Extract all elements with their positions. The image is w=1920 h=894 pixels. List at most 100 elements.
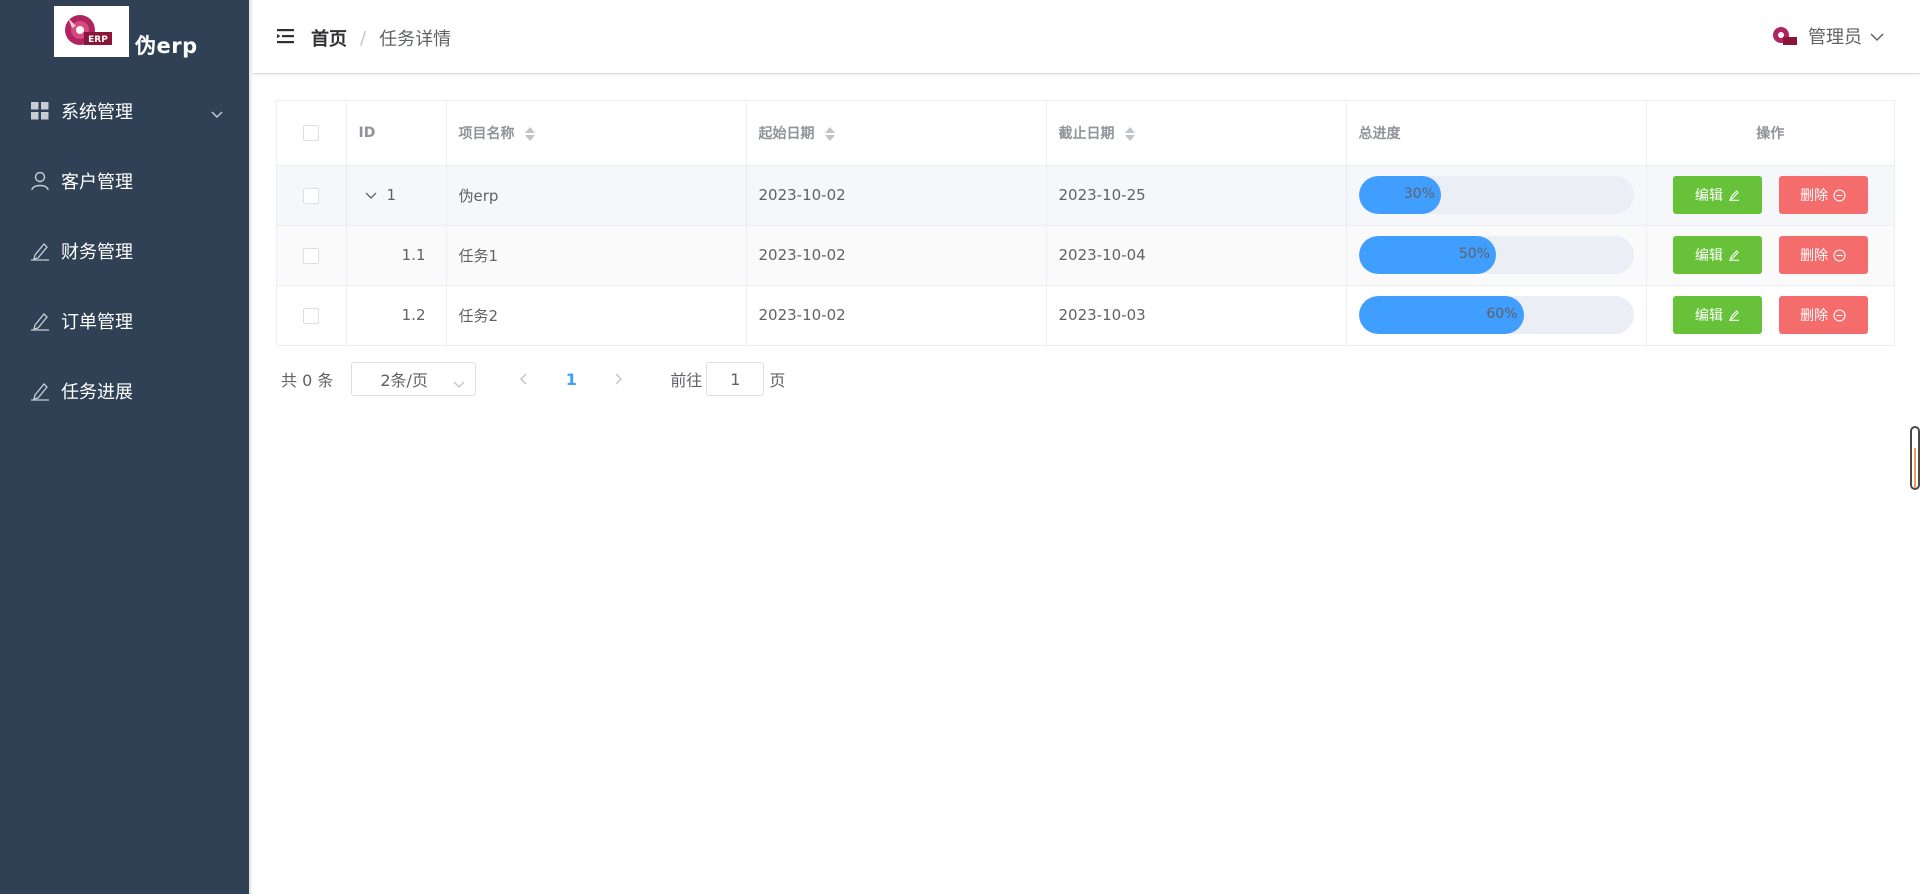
row-select-cell [277, 285, 347, 345]
table-row: 1.2 任务2 2023-10-02 2023-10-03 60% 编辑 删除 [277, 285, 1894, 345]
delete-button[interactable]: 删除 [1778, 296, 1868, 335]
user-dropdown[interactable]: 管理员 [1770, 22, 1884, 50]
next-page-button[interactable] [604, 370, 634, 389]
header-name-label: 项目名称 [458, 125, 515, 142]
chevron-right-icon [615, 373, 623, 384]
logo-image: ERP [54, 6, 129, 57]
edit-button-label: 编辑 [1694, 187, 1723, 203]
edit-button[interactable]: 编辑 [1672, 236, 1762, 274]
menu-fold-icon[interactable] [277, 27, 295, 45]
breadcrumb-home[interactable]: 首页 [311, 25, 347, 51]
delete-button-label: 删除 [1800, 307, 1829, 324]
edit-icon [30, 381, 50, 401]
row-checkbox[interactable] [303, 247, 320, 264]
delete-button[interactable]: 删除 [1778, 236, 1868, 274]
sidebar-menu: 系统管理 客户管理 财务管理 订单管理 任务进展 [0, 76, 249, 426]
remove-circle-icon [1833, 188, 1846, 202]
actions-cell: 编辑 删除 [1646, 165, 1894, 226]
progress-text: 60% [1486, 306, 1518, 323]
edit-icon [1728, 190, 1739, 201]
table-row: 1 伪erp 2023-10-02 2023-10-25 30% 编辑 删除 [277, 165, 1894, 226]
sidebar-shadow [249, 0, 253, 894]
row-select-cell [277, 165, 347, 226]
page-size-select[interactable]: 2条/页 [351, 362, 477, 396]
header-start-label: 起始日期 [758, 125, 815, 142]
progress-bar: 60% [1358, 296, 1634, 335]
edit-icon [1728, 250, 1739, 261]
progress-text: 50% [1458, 246, 1490, 262]
id-text: 1 [386, 185, 397, 204]
header-id: ID [346, 101, 447, 166]
end-date-cell: 2023-10-03 [1046, 285, 1347, 345]
header-end-label: 截止日期 [1058, 125, 1115, 142]
table-row: 1.1 任务1 2023-10-02 2023-10-04 50% 编辑 删除 [277, 225, 1894, 286]
end-date-cell: 2023-10-04 [1046, 225, 1347, 286]
remove-circle-icon [1833, 248, 1846, 262]
sidebar-item-finance[interactable]: 财务管理 [0, 216, 249, 286]
chevron-down-icon[interactable] [365, 186, 379, 204]
sidebar-item-orders[interactable]: 订单管理 [0, 286, 249, 356]
start-date-cell: 2023-10-02 [746, 165, 1047, 226]
breadcrumb-separator: / [360, 27, 367, 49]
chevron-down-icon [211, 103, 223, 124]
progress-bar: 30% [1358, 176, 1634, 214]
sidebar-item-system[interactable]: 系统管理 [0, 76, 249, 146]
top-navbar: 首页 / 任务详情 管理员 [253, 0, 1920, 74]
header-select-cell [277, 101, 347, 166]
row-checkbox[interactable] [303, 307, 320, 324]
chevron-down-icon [1870, 27, 1884, 46]
delete-button-label: 删除 [1800, 247, 1829, 263]
breadcrumb: 首页 / 任务详情 [311, 25, 451, 51]
id-cell: 1.2 [346, 285, 447, 345]
edit-button[interactable]: 编辑 [1672, 176, 1762, 214]
header-name[interactable]: 项目名称 [446, 101, 747, 166]
user-name: 管理员 [1808, 27, 1862, 48]
sort-icon[interactable] [825, 126, 836, 141]
name-cell: 任务1 [446, 225, 747, 286]
edit-button-label: 编辑 [1694, 307, 1723, 324]
sidebar-item-label: 财务管理 [61, 242, 133, 263]
edit-button-label: 编辑 [1694, 247, 1723, 263]
progress-cell: 30% [1346, 165, 1647, 226]
remove-circle-icon [1833, 309, 1846, 322]
pagination: 共 0 条 2条/页 1 前往 页 [281, 362, 785, 396]
edit-icon [30, 241, 50, 261]
page-number-current[interactable]: 1 [556, 370, 586, 389]
header-start-date[interactable]: 起始日期 [746, 101, 1047, 166]
pagination-total: 共 0 条 [281, 371, 334, 390]
name-cell: 任务2 [446, 285, 747, 345]
goto-page-input[interactable] [706, 362, 765, 396]
sort-icon[interactable] [525, 126, 536, 141]
prev-page-button[interactable] [508, 370, 538, 389]
actions-cell: 编辑 删除 [1646, 225, 1894, 286]
progress-text: 30% [1403, 186, 1435, 202]
grid-icon [30, 101, 50, 121]
progress-fill: 50% [1358, 236, 1496, 274]
logo-badge-text: ERP [88, 35, 108, 45]
end-date-cell: 2023-10-25 [1046, 165, 1347, 226]
goto-suffix: 页 [769, 371, 786, 390]
breadcrumb-current: 任务详情 [379, 29, 452, 50]
select-all-checkbox[interactable] [303, 124, 320, 141]
header-progress: 总进度 [1346, 101, 1647, 166]
progress-cell: 60% [1346, 285, 1647, 345]
sidebar-item-tasks[interactable]: 任务进展 [0, 356, 249, 426]
sidebar-item-customers[interactable]: 客户管理 [0, 146, 249, 216]
header-end-date[interactable]: 截止日期 [1046, 101, 1347, 166]
start-date-cell: 2023-10-02 [746, 285, 1047, 345]
sidebar: ERP 伪erp 系统管理 客户管理 财务管理 订单管理 任务进展 [0, 0, 249, 894]
delete-button[interactable]: 删除 [1778, 176, 1868, 214]
sidebar-item-label: 客户管理 [61, 172, 133, 193]
avatar [1770, 22, 1798, 50]
page-scrollbar[interactable] [1910, 426, 1920, 490]
start-date-cell: 2023-10-02 [746, 225, 1047, 286]
id-cell: 1.1 [346, 225, 447, 286]
edit-icon [1728, 310, 1739, 322]
row-checkbox[interactable] [303, 187, 320, 204]
sidebar-item-label: 任务进展 [61, 382, 133, 403]
user-icon [30, 171, 50, 191]
sort-icon[interactable] [1125, 126, 1136, 141]
edit-button[interactable]: 编辑 [1672, 296, 1762, 335]
task-table: ID 项目名称 起始日期 截止日期 总进度 操作 1 伪erp 2023-10-… [276, 100, 1895, 346]
edit-icon [30, 311, 50, 331]
